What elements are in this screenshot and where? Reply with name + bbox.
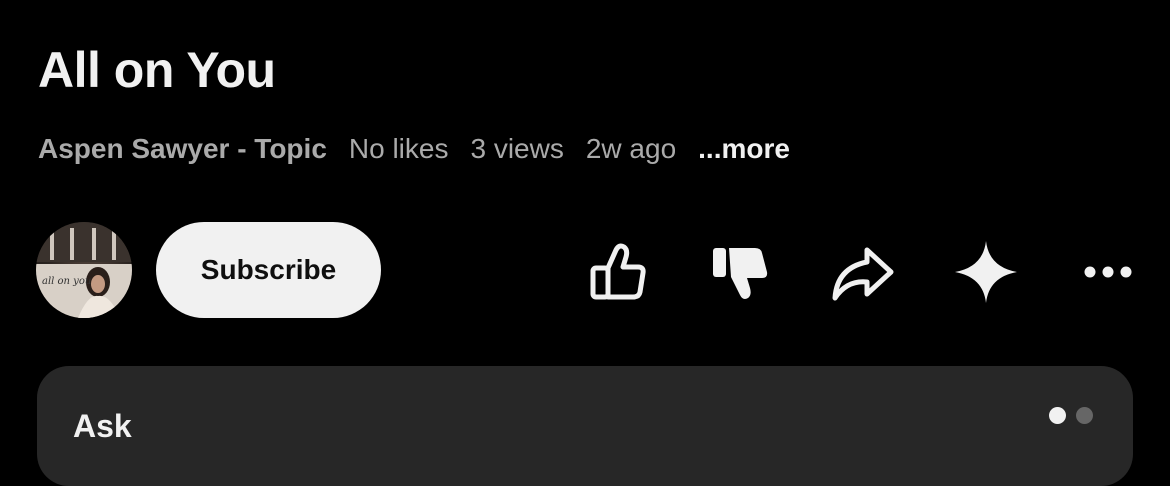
sparkle-icon <box>955 241 1017 303</box>
like-icon <box>590 243 646 300</box>
page-dot <box>1076 407 1093 424</box>
video-title: All on You <box>38 42 276 98</box>
like-button[interactable] <box>582 236 654 308</box>
view-count: 3 views <box>470 133 564 164</box>
share-icon <box>832 247 894 301</box>
ask-card[interactable]: Ask <box>37 366 1133 486</box>
dislike-icon <box>713 248 768 299</box>
more-description-link[interactable]: ...more <box>698 133 790 165</box>
share-button[interactable] <box>826 236 898 308</box>
channel-name[interactable]: Aspen Sawyer - Topic <box>38 133 327 165</box>
avatar-image: all on you <box>36 222 132 318</box>
subscribe-button[interactable]: Subscribe <box>156 222 381 318</box>
page-dot-active <box>1049 407 1066 424</box>
avatar-caption: all on you <box>42 276 91 287</box>
like-count: No likes <box>348 133 449 164</box>
ask-ai-button[interactable] <box>950 236 1022 308</box>
ask-card-label: Ask <box>73 408 132 444</box>
video-metadata: Aspen Sawyer - Topic No likes 3 views 2w… <box>38 133 790 165</box>
action-bar: all on you Subscribe <box>0 220 1170 320</box>
channel-avatar[interactable]: all on you <box>36 222 132 318</box>
page-indicator <box>1049 407 1093 424</box>
dislike-button[interactable] <box>705 236 777 308</box>
more-options-button[interactable] <box>1072 236 1144 308</box>
upload-age: 2w ago <box>585 133 677 164</box>
more-options-icon <box>1084 266 1132 278</box>
